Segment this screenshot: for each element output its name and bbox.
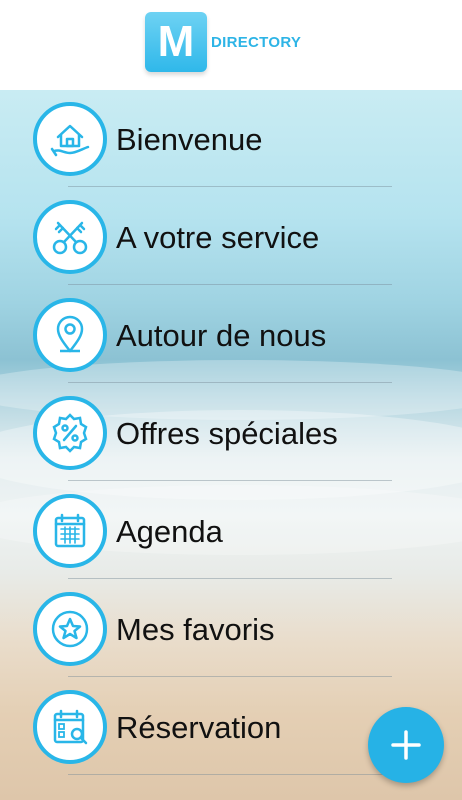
divider: [68, 382, 392, 383]
menu-item-agenda[interactable]: Agenda: [0, 482, 462, 580]
divider: [68, 186, 392, 187]
menu-item-label: Mes favoris: [116, 612, 275, 647]
menu-item-bienvenue[interactable]: Bienvenue: [0, 90, 462, 188]
divider: [68, 480, 392, 481]
menu-item-autour[interactable]: Autour de nous: [0, 286, 462, 384]
main-menu-area: Bienvenue A votre service Autour de nous…: [0, 90, 462, 800]
menu-item-favoris[interactable]: Mes favoris: [0, 580, 462, 678]
menu-item-label: Agenda: [116, 514, 223, 549]
menu-item-service[interactable]: A votre service: [0, 188, 462, 286]
app-logo: M DIRECTORY: [145, 12, 301, 72]
divider: [68, 578, 392, 579]
menu-item-label: Réservation: [116, 710, 282, 745]
menu-item-offres[interactable]: Offres spéciales: [0, 384, 462, 482]
keys-icon: [33, 200, 107, 274]
divider: [68, 676, 392, 677]
divider: [68, 774, 392, 775]
menu-item-label: Autour de nous: [116, 318, 327, 353]
logo-letter: M: [145, 12, 207, 72]
house-hand-icon: [33, 102, 107, 176]
map-pin-icon: [33, 298, 107, 372]
divider: [68, 284, 392, 285]
percent-badge-icon: [33, 396, 107, 470]
logo-text: DIRECTORY: [211, 33, 302, 51]
calendar-icon: [33, 494, 107, 568]
menu-item-label: Bienvenue: [116, 122, 263, 157]
star-icon: [33, 592, 107, 666]
add-button[interactable]: [368, 707, 444, 783]
menu-item-label: A votre service: [116, 220, 320, 255]
plus-icon: [391, 730, 421, 760]
app-header: M DIRECTORY: [0, 0, 462, 90]
menu-item-label: Offres spéciales: [116, 416, 338, 451]
reservation-calendar-icon: [33, 690, 107, 764]
